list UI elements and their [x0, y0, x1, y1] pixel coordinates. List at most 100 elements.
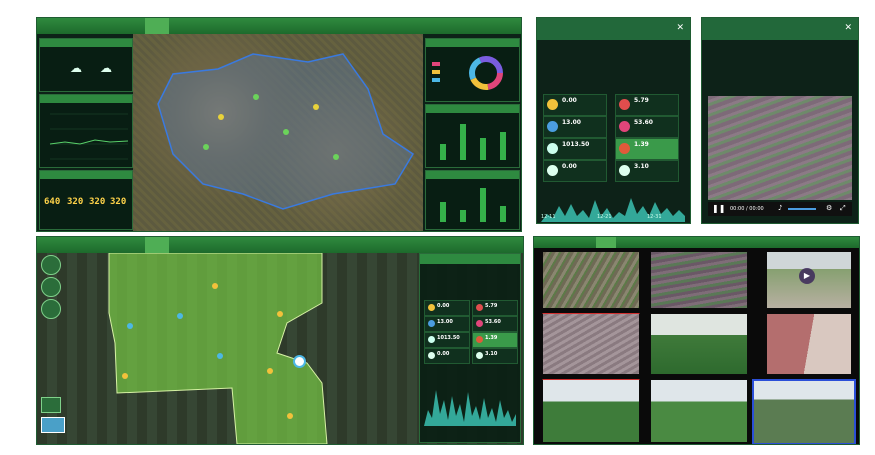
env-monitor-window: ✕ 0.00 5.79 13.00 53.60 1013.50 1.39 0.0…	[536, 17, 691, 224]
map-marker[interactable]	[177, 313, 183, 319]
map-marker[interactable]	[267, 368, 273, 374]
sensor-area-chart	[424, 390, 516, 426]
layer-icon[interactable]	[41, 255, 61, 275]
nav-tab[interactable]	[169, 18, 219, 34]
minimap-icon[interactable]	[41, 417, 65, 433]
camera-feed[interactable]	[650, 251, 748, 309]
cloud-icon	[547, 165, 558, 176]
compass-icon	[476, 352, 483, 359]
sensor-tile: 0.00	[424, 348, 470, 364]
close-icon[interactable]: ✕	[676, 23, 684, 33]
nav-tab[interactable]	[219, 18, 263, 34]
map-marker[interactable]	[333, 154, 339, 160]
nav-tab[interactable]	[263, 237, 303, 253]
camera-feed[interactable]	[766, 313, 852, 375]
nav-tab[interactable]	[169, 237, 219, 253]
sun-icon	[547, 99, 558, 110]
card-header	[426, 105, 519, 113]
wind-icon	[476, 336, 483, 343]
window-title	[537, 18, 690, 40]
map-marker[interactable]	[287, 413, 293, 419]
camera-feed[interactable]: ▶	[766, 251, 852, 309]
video-controls: ❚❚ 00:00 / 00:00 ♪ ⚙ ⤢	[708, 202, 852, 216]
map-marker[interactable]	[283, 129, 289, 135]
bar	[440, 202, 446, 222]
nav-tab[interactable]	[303, 18, 343, 34]
window-title	[702, 18, 858, 40]
nav-tab[interactable]	[145, 237, 169, 253]
droplet-icon	[476, 320, 483, 327]
stats-card: 640 320 320 320	[39, 170, 133, 230]
video-frame[interactable]	[708, 96, 852, 200]
map-marker[interactable]	[212, 283, 218, 289]
wind-icon	[619, 143, 630, 154]
nav-tab[interactable]	[489, 18, 521, 34]
map-marker[interactable]	[313, 104, 319, 110]
camera-feed[interactable]	[752, 379, 856, 444]
bar	[460, 124, 466, 160]
camera-feed[interactable]	[542, 251, 640, 309]
field-parcel	[108, 253, 328, 444]
dashboard-bottom-header	[37, 237, 523, 253]
location-pin-icon[interactable]	[293, 355, 306, 368]
map-marker[interactable]	[127, 323, 133, 329]
weather-card: ☁ ☁	[39, 38, 133, 92]
device-info	[424, 268, 514, 288]
camera-feed[interactable]	[542, 379, 640, 443]
sensor-trend-area	[541, 198, 685, 222]
kpi-value: 640	[44, 197, 61, 207]
play-icon[interactable]: ▶	[799, 268, 815, 284]
card-header	[420, 254, 520, 264]
pause-icon[interactable]: ❚❚	[712, 204, 725, 213]
map-marker[interactable]	[122, 373, 128, 379]
settings-icon[interactable]: ⚙	[826, 204, 832, 212]
map-marker[interactable]	[253, 94, 259, 100]
sensor-tile: 1013.50	[424, 332, 470, 348]
camera-feed[interactable]	[650, 313, 748, 375]
satellite-map[interactable]	[133, 34, 423, 231]
thermometer-icon	[476, 304, 483, 311]
sun-icon	[428, 304, 435, 311]
camera-feed[interactable]	[650, 379, 748, 443]
camera-wall: ▶	[533, 236, 860, 445]
camera-feed[interactable]	[542, 313, 640, 375]
sensor-tile: 3.10	[472, 348, 518, 364]
nav-tab[interactable]	[219, 237, 263, 253]
kpi-value: 320	[110, 197, 127, 207]
rain-icon	[547, 121, 558, 132]
nav-tab[interactable]	[263, 18, 303, 34]
layer-icon[interactable]	[41, 299, 61, 319]
bar-chart-card	[425, 170, 520, 230]
volume-slider[interactable]	[788, 208, 816, 210]
compass-icon[interactable]	[41, 397, 61, 413]
fullscreen-icon[interactable]: ⤢	[840, 204, 846, 213]
dashboard-top: ☁ ☁ 640 320 320 320	[36, 17, 522, 232]
device-info	[706, 46, 850, 74]
sensor-tile: 1013.50	[543, 138, 607, 160]
sensor-tile: 5.79	[472, 300, 518, 316]
cloud-icon: ☁	[70, 61, 82, 75]
sensor-tile: 13.00	[424, 316, 470, 332]
map-marker[interactable]	[217, 353, 223, 359]
nav-tab[interactable]	[423, 18, 457, 34]
dashboard-bottom: 0.00 5.79 13.00 53.60 1013.50 1.39 0.00 …	[36, 236, 524, 445]
layer-icon[interactable]	[41, 277, 61, 297]
gauge-icon	[547, 143, 558, 154]
map-marker[interactable]	[218, 114, 224, 120]
sensor-tile: 13.00	[543, 116, 607, 138]
card-header	[40, 171, 132, 179]
nav-tab[interactable]	[616, 237, 650, 248]
gauge-icon	[428, 336, 435, 343]
sensor-tile: 3.10	[615, 160, 679, 182]
map-marker[interactable]	[277, 311, 283, 317]
nav-tab[interactable]	[650, 237, 684, 248]
bar	[480, 138, 486, 160]
nav-tab[interactable]	[684, 237, 718, 248]
volume-icon[interactable]: ♪	[778, 204, 782, 212]
nav-tab[interactable]	[145, 18, 169, 34]
nav-tab[interactable]	[457, 18, 489, 34]
close-icon[interactable]: ✕	[844, 23, 852, 33]
sensor-trend-area	[424, 390, 516, 426]
map-marker[interactable]	[203, 144, 209, 150]
nav-tab[interactable]	[596, 237, 616, 248]
